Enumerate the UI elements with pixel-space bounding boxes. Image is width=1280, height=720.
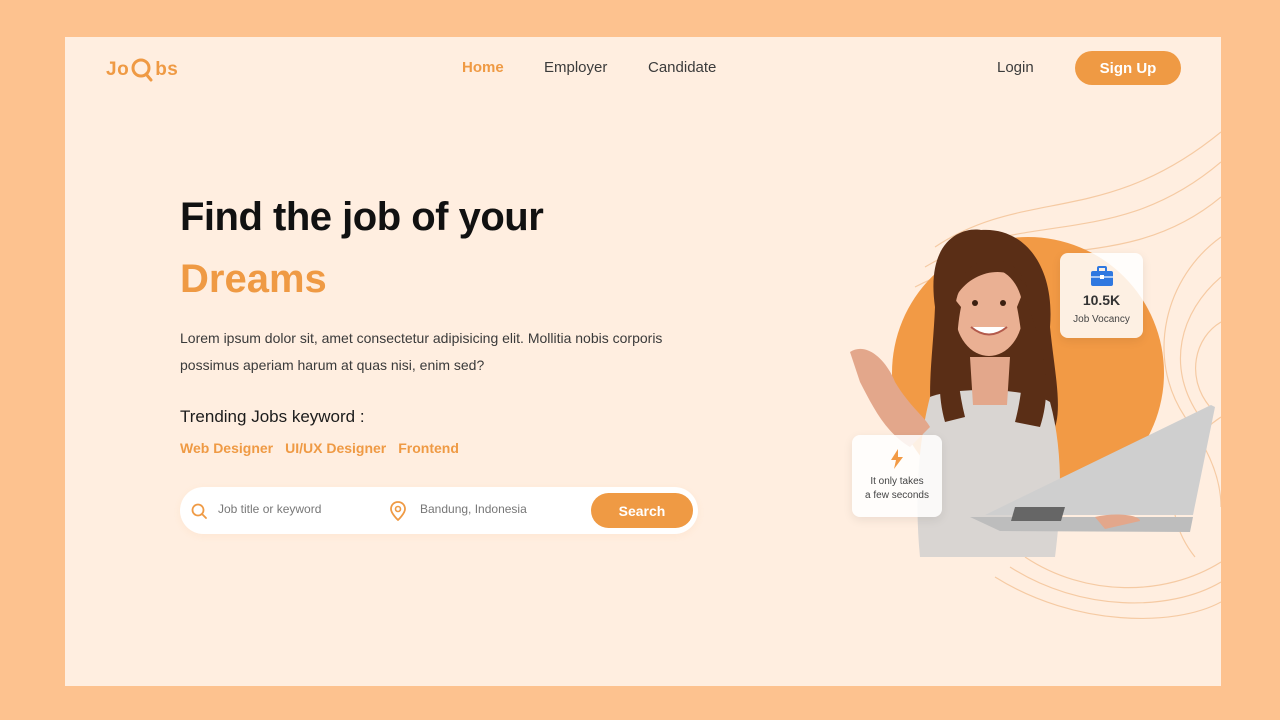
signup-button[interactable]: Sign Up <box>1075 51 1181 85</box>
job-vacancy-card: 10.5K Job Vocancy <box>1060 253 1143 338</box>
keyword-input[interactable] <box>218 502 378 516</box>
tag-web-designer[interactable]: Web Designer <box>180 440 273 456</box>
search-icon <box>191 503 207 519</box>
lightning-icon <box>891 449 903 469</box>
tag-frontend[interactable]: Frontend <box>398 440 459 456</box>
headline-highlight: Dreams <box>180 257 327 301</box>
vacancy-label: Job Vocancy <box>1073 314 1130 325</box>
vacancy-value: 10.5K <box>1082 292 1121 308</box>
nav-employer[interactable]: Employer <box>544 59 607 76</box>
nav-home[interactable]: Home <box>462 59 504 76</box>
location-input[interactable] <box>420 502 580 516</box>
tag-uiux-designer[interactable]: UI/UX Designer <box>285 440 386 456</box>
login-link[interactable]: Login <box>997 59 1034 76</box>
main-nav: Home Employer Candidate <box>65 59 1221 79</box>
search-button[interactable]: Search <box>591 493 693 528</box>
speed-label: It only takes a few seconds <box>865 476 929 501</box>
trending-title: Trending Jobs keyword : <box>180 407 365 426</box>
nav-candidate[interactable]: Candidate <box>648 59 716 76</box>
headline: Find the job of your <box>180 195 544 239</box>
wave-lines <box>914 131 1221 619</box>
laptop <box>985 405 1215 515</box>
trending-tags: Web Designer UI/UX Designer Frontend <box>180 440 459 456</box>
location-pin-icon <box>390 501 406 521</box>
speed-card: It only takes a few seconds <box>852 435 942 517</box>
job-search-bar: Search <box>180 487 698 534</box>
hero-description: Lorem ipsum dolor sit, amet consectetur … <box>180 330 663 373</box>
briefcase-icon <box>1090 266 1113 286</box>
page-frame: Jo bs Home Employer Candidate Login Sign… <box>65 37 1221 686</box>
